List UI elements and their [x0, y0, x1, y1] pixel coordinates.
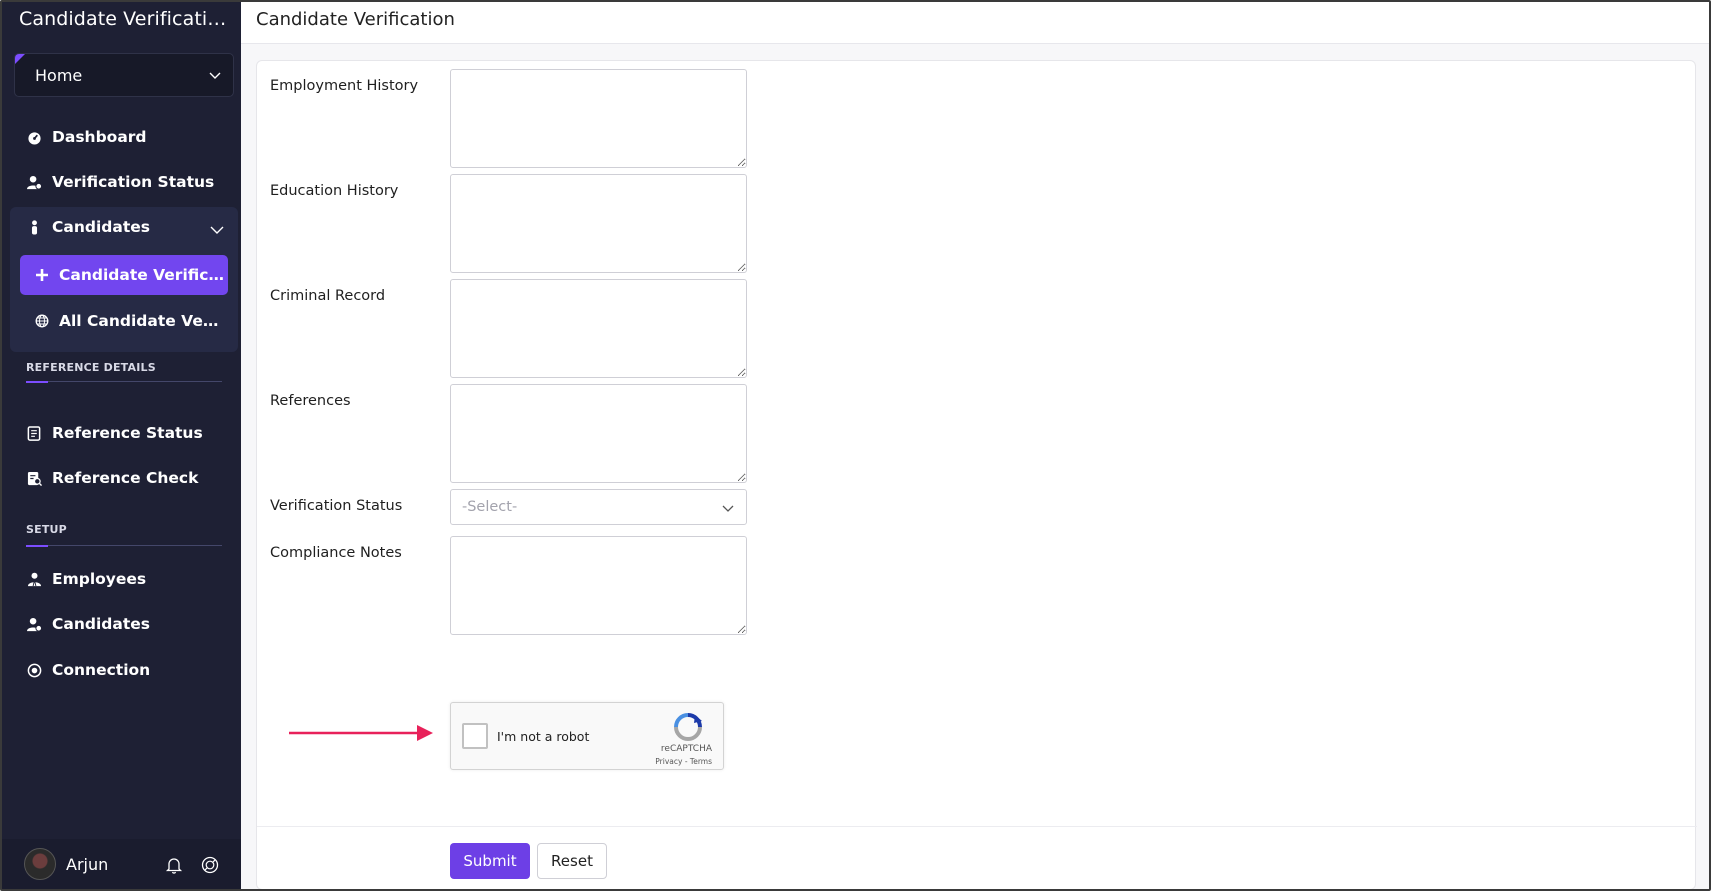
- sidebar-item-label: All Candidate Verifications: [59, 312, 224, 330]
- references-label: References: [270, 393, 351, 409]
- dashboard-icon: [26, 129, 42, 145]
- verification-status-value: -Select-: [462, 499, 518, 515]
- sidebar-item-label: Candidate Verification: [59, 266, 228, 284]
- verification-status-label: Verification Status: [270, 498, 403, 514]
- section-divider: [26, 380, 222, 383]
- sidebar-item-connection[interactable]: Connection: [26, 658, 150, 682]
- chevron-down-icon: [722, 505, 734, 512]
- sidebar-item-candidates[interactable]: Candidates: [26, 215, 150, 239]
- page-title: Candidate Verification: [256, 9, 455, 30]
- sidebar-item-reference-check[interactable]: Reference Check: [26, 466, 198, 490]
- education-history-label: Education History: [270, 183, 399, 199]
- chevron-down-icon[interactable]: [210, 223, 224, 237]
- sidebar-item-label: Reference Check: [52, 469, 199, 487]
- recaptcha-widget: I'm not a robot reCAPTCHA Privacy - Term…: [450, 702, 724, 770]
- document-search-icon: [26, 470, 42, 486]
- submit-button[interactable]: Submit: [450, 843, 530, 879]
- criminal-record-input[interactable]: [450, 279, 747, 378]
- employees-icon: [26, 571, 42, 587]
- sidebar-item-dashboard[interactable]: Dashboard: [26, 125, 147, 149]
- home-dropdown-label: Home: [35, 65, 83, 85]
- compliance-notes-input[interactable]: [450, 536, 747, 635]
- home-dropdown[interactable]: Home: [14, 53, 234, 97]
- corner-accent: [15, 54, 25, 64]
- sidebar-item-employees[interactable]: Employees: [26, 567, 146, 591]
- reset-button[interactable]: Reset: [537, 843, 607, 879]
- sidebar-item-candidate-verification[interactable]: Candidate Verification: [20, 255, 228, 295]
- form-footer-divider: [257, 826, 1697, 827]
- references-input[interactable]: [450, 384, 747, 483]
- sidebar-item-label: Candidates: [52, 615, 150, 633]
- recaptcha-logo-icon: [674, 713, 702, 741]
- annotation-arrow: [289, 725, 433, 741]
- help-icon[interactable]: [201, 856, 219, 874]
- criminal-record-label: Criminal Record: [270, 288, 386, 304]
- plug-icon: [26, 662, 42, 678]
- sidebar-item-label: Employees: [52, 570, 147, 588]
- document-icon: [26, 425, 42, 441]
- sidebar-item-label: Dashboard: [52, 128, 147, 146]
- section-heading-setup: SETUP: [26, 523, 67, 536]
- user-gear-icon: [26, 616, 42, 632]
- form-card: Employment History Education History Cri…: [256, 60, 1697, 889]
- main-content: Candidate Verification Employment Histor…: [241, 2, 1709, 889]
- verification-status-select[interactable]: -Select-: [450, 489, 747, 525]
- person-icon: [26, 219, 42, 235]
- employment-history-label: Employment History: [270, 78, 419, 94]
- section-heading-reference-details: REFERENCE DETAILS: [26, 361, 156, 374]
- recaptcha-checkbox[interactable]: [462, 723, 488, 749]
- sidebar-item-label: Verification Status: [52, 173, 215, 191]
- section-divider: [26, 544, 222, 547]
- bell-icon[interactable]: [165, 856, 183, 874]
- sidebar-item-setup-candidates[interactable]: Candidates: [26, 612, 150, 636]
- sidebar-item-label: Reference Status: [52, 424, 203, 442]
- sidebar: Candidate Verification Home Dashboard Ve…: [2, 2, 241, 889]
- avatar[interactable]: [24, 848, 56, 880]
- top-bar: Candidate Verification: [241, 2, 1709, 44]
- sidebar-item-label: Connection: [52, 661, 151, 679]
- user-check-icon: [26, 174, 42, 190]
- compliance-notes-label: Compliance Notes: [270, 545, 402, 561]
- chevron-down-icon: [209, 72, 221, 79]
- recaptcha-label: I'm not a robot: [497, 729, 590, 744]
- sidebar-item-label: Candidates: [52, 218, 150, 236]
- sidebar-item-reference-status[interactable]: Reference Status: [26, 421, 203, 445]
- sidebar-item-verification-status[interactable]: Verification Status: [26, 170, 214, 194]
- recaptcha-brand: reCAPTCHA: [660, 744, 712, 754]
- user-name: Arjun: [66, 854, 109, 874]
- recaptcha-privacy-terms[interactable]: Privacy - Terms: [655, 757, 712, 766]
- plus-icon: [34, 267, 50, 283]
- employment-history-input[interactable]: [450, 69, 747, 168]
- app-window: Candidate Verification Home Dashboard Ve…: [0, 0, 1711, 891]
- user-footer: Arjun: [2, 839, 241, 889]
- globe-icon: [34, 313, 50, 329]
- sidebar-item-all-candidate-verifications[interactable]: All Candidate Verifications: [34, 308, 224, 334]
- app-title: Candidate Verification: [19, 8, 231, 30]
- education-history-input[interactable]: [450, 174, 747, 273]
